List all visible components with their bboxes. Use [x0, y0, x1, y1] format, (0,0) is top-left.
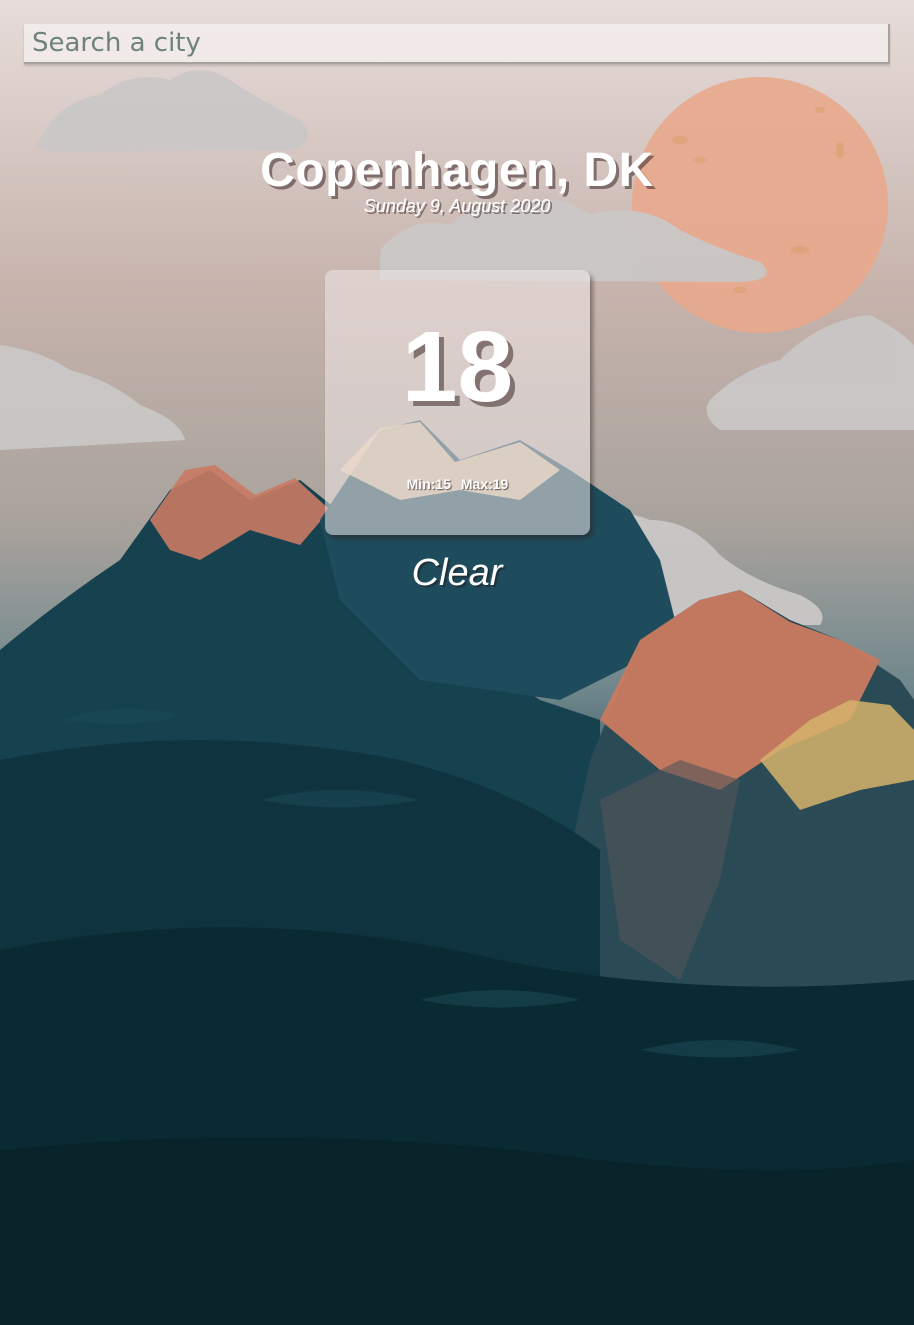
search-bar[interactable]	[24, 24, 890, 64]
search-input[interactable]	[24, 24, 890, 64]
min-temperature: Min:15	[406, 476, 451, 492]
city-name: Copenhagen, DK	[260, 144, 654, 197]
date-label: Sunday 9, August 2020	[363, 196, 551, 216]
temperature-value: 18	[401, 311, 514, 423]
temperature-card: 18 Min:15 Max:19	[325, 270, 590, 535]
weather-condition: Clear	[411, 552, 503, 594]
max-temperature: Max:19	[460, 476, 509, 492]
min-max-temperature: Min:15 Max:19	[325, 476, 590, 492]
location-box: Copenhagen, DK Sunday 9, August 2020	[0, 140, 914, 217]
